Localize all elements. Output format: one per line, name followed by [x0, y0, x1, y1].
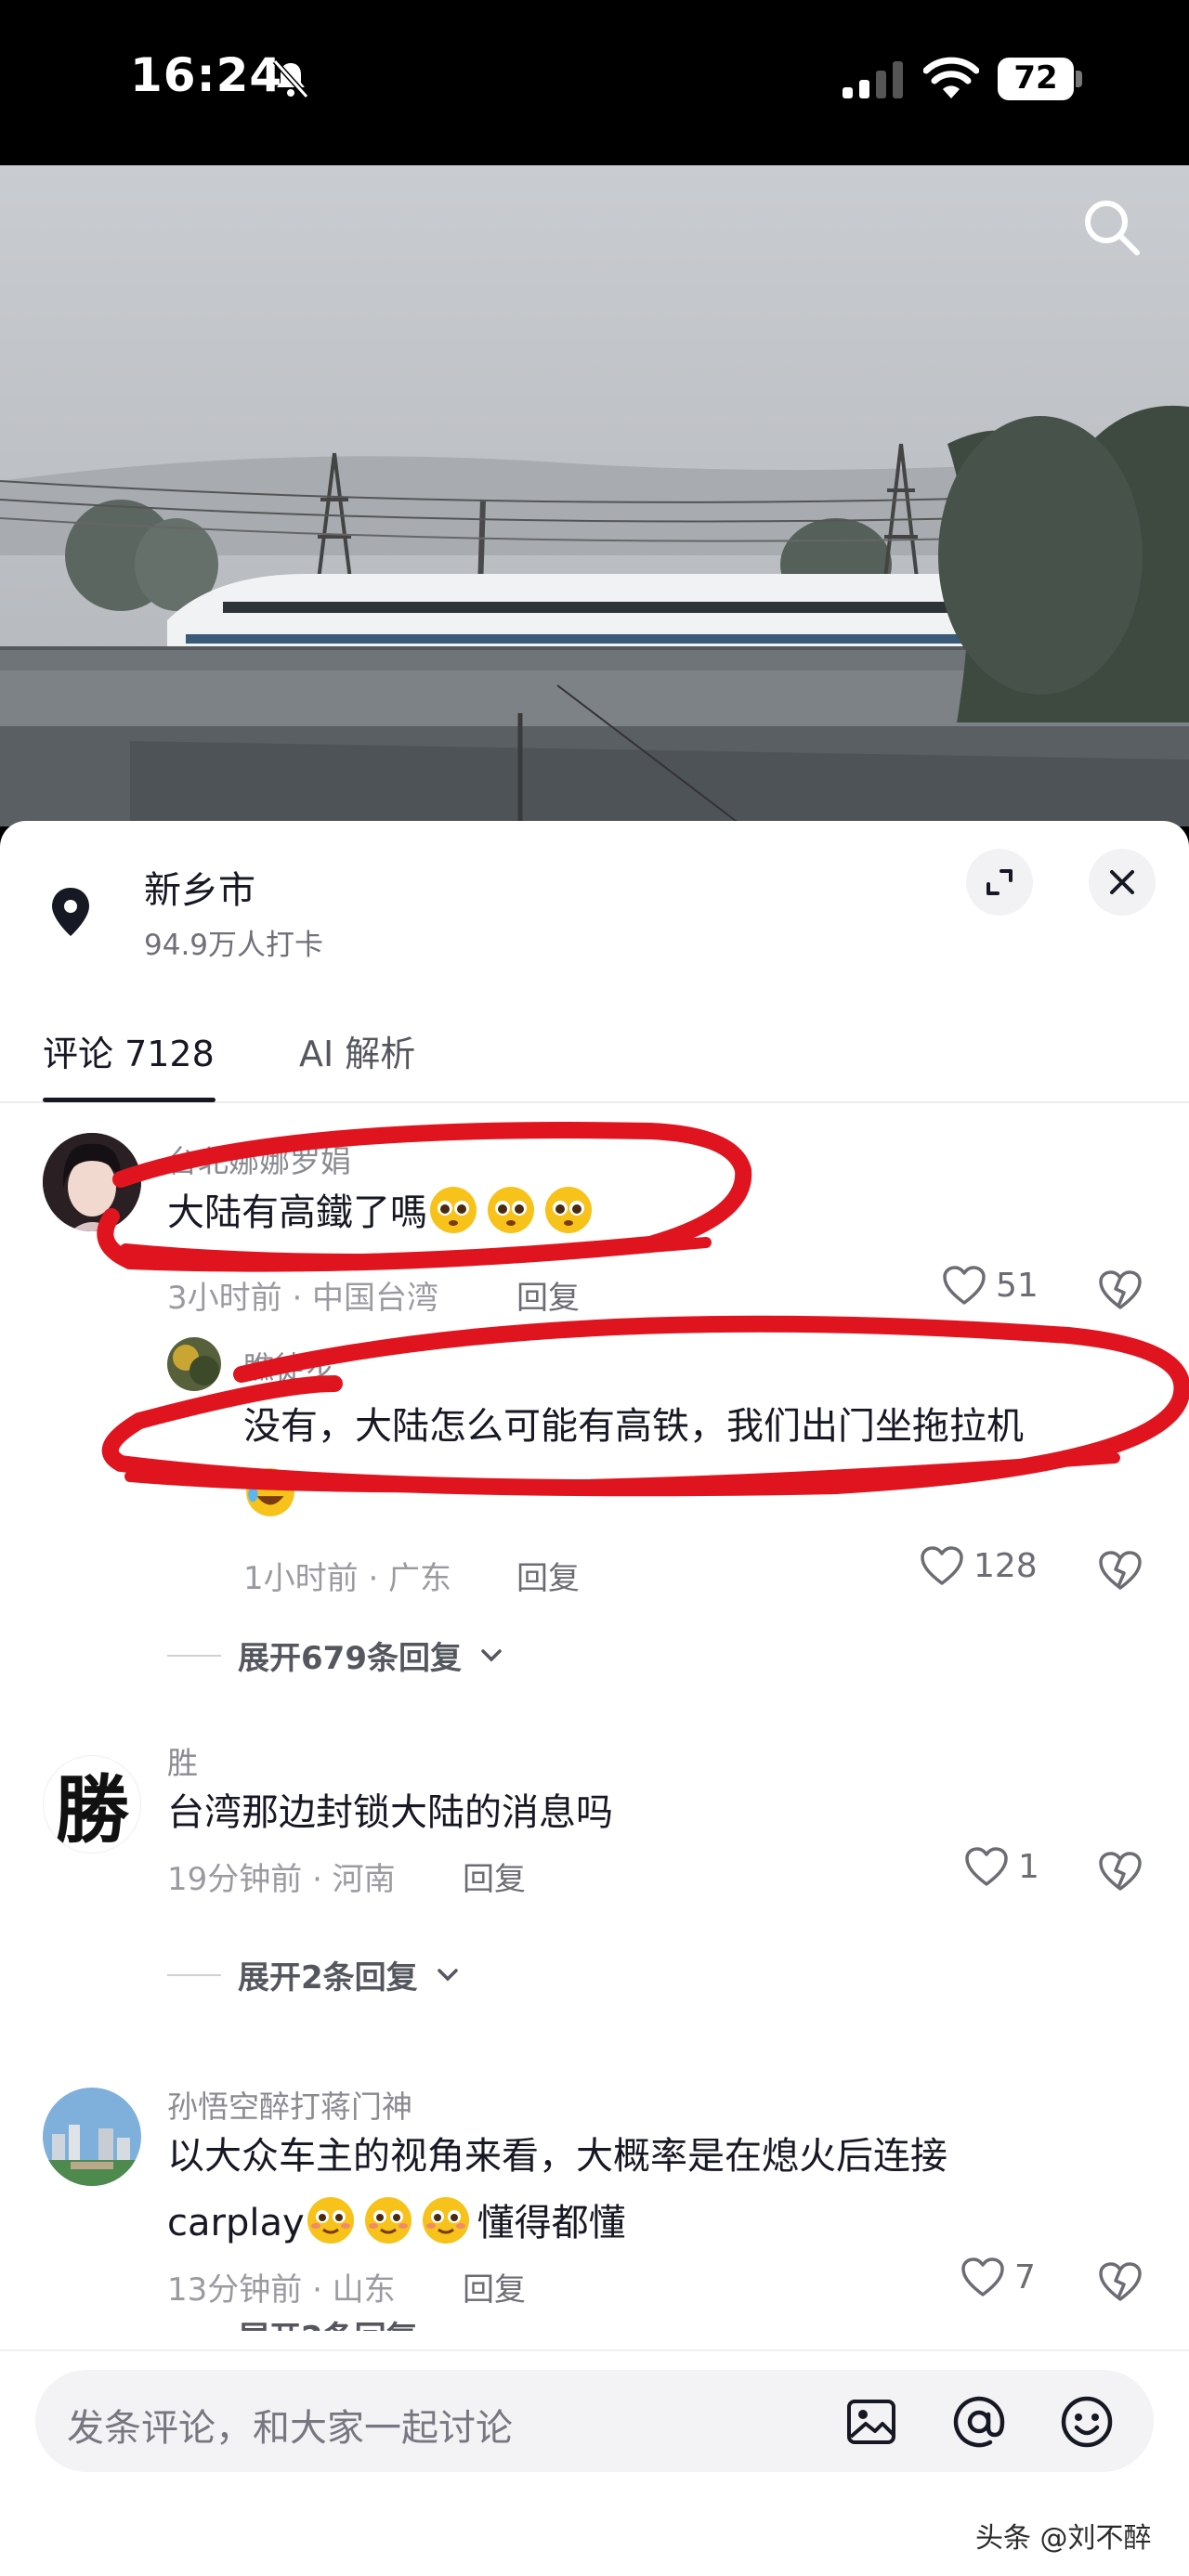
laughing-emoji — [246, 1468, 294, 1516]
chevron-down-icon — [481, 1648, 502, 1661]
pleading-face-emoji — [430, 1187, 477, 1233]
location-pin-icon — [52, 888, 89, 936]
blushing-smile-emoji — [364, 2197, 412, 2244]
expand-replies-button[interactable]: 展开2条回复 — [167, 1952, 461, 1997]
mention-icon[interactable] — [949, 2392, 1009, 2452]
tab-ai-analysis[interactable]: AI 解析 — [299, 1025, 415, 1076]
reply-button[interactable]: 回复 — [463, 2264, 526, 2309]
divider-dash — [167, 1973, 221, 1976]
blushing-smile-emoji — [422, 2197, 469, 2244]
video-player[interactable] — [0, 165, 1189, 826]
comment-meta: 13分钟前 · 山东 — [167, 2271, 396, 2309]
divider-dash — [167, 1654, 221, 1657]
active-tab-indicator — [43, 1098, 216, 1102]
status-bar: 16:24 72 — [0, 0, 1189, 165]
like-count: 7 — [1014, 2257, 1036, 2296]
cellular-signal-icon — [843, 61, 903, 98]
comment-text-line-1: 以大众车主的视角来看，大概率是在熄火后连接 — [167, 2135, 947, 2178]
comment-meta: 3小时前 · 中国台湾 — [167, 1280, 439, 1317]
status-time: 16:24 — [130, 48, 283, 102]
expand-icon — [986, 869, 1013, 895]
bell-muted-icon — [272, 59, 309, 99]
heart-icon — [943, 1266, 986, 1305]
reply-button[interactable]: 回复 — [516, 1553, 580, 1598]
chevron-down-icon — [437, 1968, 458, 1981]
comment-sheet: 新乡市 94.9万人打卡 评论 7128 AI 解析 台北娜娜罗娟 大陆有高鐵了… — [0, 821, 1189, 2576]
like-count: 51 — [996, 1266, 1039, 1305]
blushing-smile-emoji — [307, 2197, 354, 2244]
comment-meta: 19分钟前 · 河南 — [167, 1861, 396, 1898]
avatar-cityscape — [43, 2088, 141, 2186]
broken-heart-icon[interactable] — [1098, 2260, 1143, 2303]
broken-heart-icon[interactable] — [1098, 1850, 1143, 1893]
comment-username[interactable]: 瞧徒步 — [243, 1343, 335, 1387]
comment-input-placeholder: 发条评论，和大家一起讨论 — [67, 2407, 513, 2450]
battery-level: 72 — [1013, 59, 1058, 97]
reply-button[interactable]: 回复 — [516, 1272, 580, 1318]
close-button[interactable] — [1089, 849, 1156, 916]
video-frame-high-speed-train — [0, 165, 1189, 826]
like-button[interactable]: 51 — [942, 1265, 1039, 1306]
heart-icon — [961, 2257, 1004, 2296]
like-count: 128 — [973, 1546, 1038, 1585]
like-count: 1 — [1018, 1847, 1039, 1886]
avatar-calligraphy: 勝 — [55, 1766, 129, 1854]
comment-username[interactable]: 胜 — [167, 1738, 198, 1783]
emoji-icon[interactable] — [1057, 2392, 1117, 2452]
comment-item: 台北娜娜罗娟 大陆有高鐵了嗎 3小时前 · 中国台湾 回复 51 — [0, 1105, 1189, 1317]
expand-replies-label: 展开679条回复 — [238, 1640, 462, 1677]
close-icon — [1110, 870, 1134, 894]
expand-replies-button[interactable]: 展开2条回复 — [167, 2312, 418, 2331]
expand-replies-label: 展开2条回复 — [238, 2312, 418, 2331]
expand-button[interactable] — [966, 849, 1033, 916]
comment-text-suffix: 懂得都懂 — [477, 2202, 626, 2244]
comment-text-line-2: carplay 懂得都懂 — [167, 2190, 626, 2257]
tab-comments[interactable]: 评论 7128 — [43, 1025, 215, 1076]
location-title[interactable]: 新乡市 — [144, 860, 255, 914]
comment-tabs: 评论 7128 AI 解析 — [0, 1007, 1189, 1103]
avatar[interactable] — [167, 1337, 221, 1391]
image-icon[interactable] — [842, 2392, 901, 2452]
expand-replies-button[interactable]: 展开679条回复 — [167, 1633, 504, 1678]
comment-text: 台湾那边封锁大陆的消息吗 — [167, 1791, 613, 1834]
comment-item: 勝 胜 台湾那边封锁大陆的消息吗 19分钟前 · 河南 回复 1 — [0, 1729, 1189, 1971]
comment-username[interactable]: 台北娜娜罗娟 — [167, 1137, 351, 1181]
expand-replies-label: 展开2条回复 — [238, 1959, 418, 1997]
wifi-icon — [923, 57, 979, 98]
comment-list: 台北娜娜罗娟 大陆有高鐵了嗎 3小时前 · 中国台湾 回复 51 瞧徒步 没有，… — [0, 1105, 1189, 2331]
like-button[interactable]: 1 — [964, 1846, 1039, 1887]
comment-username[interactable]: 孙悟空醉打蒋门神 — [167, 2082, 412, 2127]
battery-indicator: 72 — [998, 58, 1083, 100]
source-watermark: 头条 @刘不醉 — [975, 2522, 1152, 2555]
comment-text-content: 大陆有高鐵了嗎 — [167, 1191, 427, 1234]
comment-text: 没有，大陆怎么可能有高铁，我们出门坐拖拉机 — [243, 1405, 1024, 1448]
pleading-face-emoji — [545, 1187, 592, 1233]
location-checkin-count: 94.9万人打卡 — [144, 929, 324, 962]
search-icon[interactable] — [1078, 193, 1146, 262]
reply-button[interactable]: 回复 — [463, 1854, 526, 1899]
comment-text-prefix: carplay — [167, 2202, 305, 2244]
comment-input[interactable]: 发条评论，和大家一起讨论 — [35, 2370, 1154, 2472]
heart-icon — [921, 1546, 963, 1585]
broken-heart-icon[interactable] — [1098, 1549, 1143, 1592]
comment-meta: 1小时前 · 广东 — [243, 1560, 452, 1597]
comment-text: 大陆有高鐵了嗎 — [167, 1179, 600, 1246]
broken-heart-icon[interactable] — [1098, 1268, 1143, 1311]
avatar[interactable] — [43, 2088, 141, 2186]
comment-item: 孙悟空醉打蒋门神 以大众车主的视角来看，大概率是在熄火后连接 carplay 懂得… — [0, 2067, 1189, 2331]
avatar[interactable]: 勝 — [43, 1755, 141, 1854]
comment-input-bar: 发条评论，和大家一起讨论 头条 @刘不醉 — [0, 2349, 1189, 2576]
like-button[interactable]: 128 — [920, 1545, 1038, 1586]
pleading-face-emoji — [488, 1187, 534, 1233]
avatar[interactable] — [43, 1133, 141, 1231]
heart-icon — [965, 1847, 1008, 1886]
reply-item: 瞧徒步 没有，大陆怎么可能有高铁，我们出门坐拖拉机 1小时前 · 广东 回复 1… — [0, 1337, 1189, 1607]
avatar-image — [167, 1337, 221, 1391]
avatar-portrait — [43, 1133, 141, 1231]
like-button[interactable]: 7 — [960, 2257, 1036, 2297]
